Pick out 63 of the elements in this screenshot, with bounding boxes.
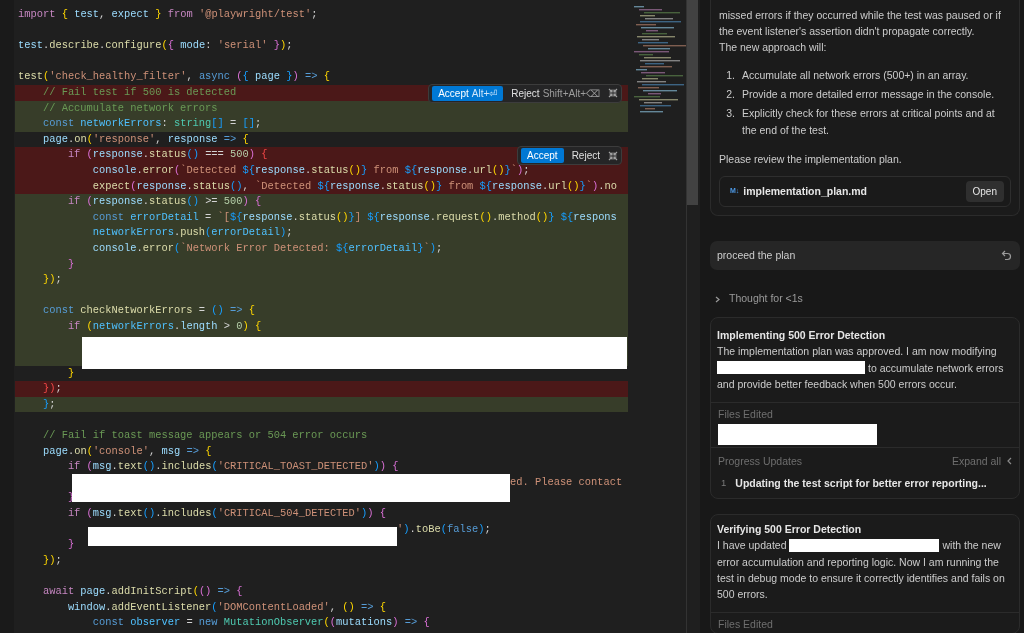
code-text: await page.addInitScript(() => { [41, 584, 243, 597]
list-number: 2. [725, 87, 736, 102]
code-text: expect(response.status(), `Detected ${response.status()} from ${response.url()}`).no [91, 179, 617, 192]
task-title: Implementing 500 Error Detection [717, 328, 887, 343]
section-label: Files Edited [718, 616, 774, 631]
code-text: const networkErrors: string[] = []; [41, 117, 262, 130]
code-text: const checkNetworkErrors = () => { [41, 304, 255, 317]
task-description: and provide better feedback when 500 errors occur. [717, 377, 958, 392]
message-text: Please review the implementation plan. [719, 152, 903, 167]
list-item-text: Explicitly check for these errors at critical points and at the end of the test. [742, 106, 996, 138]
reject-button[interactable]: Reject Shift+Alt+⌫ [507, 85, 604, 101]
code-text: }); [41, 273, 62, 286]
task-description: to accumulate network errors [868, 360, 1004, 376]
code-text: ed. Please contact [510, 475, 623, 488]
code-text: }); [41, 553, 62, 566]
code-text: // Fail test if 500 is detected [41, 85, 237, 98]
code-text: }; [41, 397, 56, 410]
progress-item: Updating the test script for better error reporting... [735, 476, 987, 490]
code-text: window.addEventListener('DOMContentLoaded', () => { [66, 600, 386, 613]
code-text: import { test, expect } from '@playwright/test'; [18, 8, 318, 20]
code-text: page.on('response', response => { [41, 132, 249, 145]
code-text: if (msg.text().includes('CRITICAL_TOAST_DETECTED')) { [66, 460, 399, 473]
task-title: Verifying 500 Error Detection [717, 522, 863, 537]
file-name: implementation_plan.md [743, 183, 869, 199]
code-text: const observer = new MutationObserver((mutations) => { [91, 616, 430, 629]
code-text: page.on('console', msg => { [41, 444, 212, 457]
list-number: 1. [725, 68, 736, 83]
code-text: const errorDetail = `[${response.status()}] ${response.request().method()} ${respons [91, 210, 617, 223]
step-number: 1 [720, 476, 727, 490]
code-text: test.describe.configure({ mode: 'serial' }); [18, 39, 293, 52]
code-text: // Fail if toast message appears or 504 error occurs [41, 429, 368, 442]
code-text: // Accumulate network errors [41, 101, 218, 114]
code-text: } [66, 257, 75, 270]
message-text: proceed the plan [717, 247, 797, 263]
open-button[interactable]: Open [965, 181, 1004, 202]
list-item-text: Provide a more detailed error message in the console. [742, 87, 995, 102]
expand-all-link[interactable]: Expand all [951, 454, 1001, 468]
code-text: } [66, 538, 75, 551]
list-number: 3. [725, 106, 736, 121]
code-text: } [66, 366, 75, 379]
reject-button[interactable]: Reject [567, 148, 604, 164]
code-text: if (response.status() === 500) { [66, 148, 268, 161]
task-description: I have updated [717, 538, 787, 553]
task-description: error accumulation and reporting logic. Now I am running the test in debug mode to ensure it correctly identifies and fails on 500 errors. [717, 554, 1006, 602]
code-text: if (networkErrors.length > 0) { [66, 319, 262, 332]
section-label: Files Edited [718, 407, 774, 421]
message-text: The new approach will: [719, 40, 828, 55]
code-text: networkErrors.push(errorDetail); [91, 226, 293, 239]
code-text: if (response.status() >= 500) { [66, 195, 262, 208]
accept-button[interactable]: Accept Alt+⏎ [432, 85, 504, 101]
list-item-text: Accumulate all network errors (500+) in an array. [742, 68, 969, 83]
code-text: test('check_healthy_filter', async ({ page }) => { [18, 70, 330, 83]
code-text: if (msg.text().includes('CRITICAL_504_DETECTED')) { [66, 507, 387, 519]
code-text: ').toBe(false); [397, 522, 491, 535]
section-label: Progress Updates [718, 454, 804, 468]
thought-toggle[interactable]: Thought for <1s [710, 291, 1020, 307]
message-text: missed errors if they occurred while the test was paused or if the event listener's assertion didn't propagate correctly. [719, 8, 1002, 39]
task-description: with the new [942, 538, 1001, 553]
code-text: console.error(`Network Error Detected: ${errorDetail}`); [91, 241, 443, 254]
code-text: }); [41, 382, 62, 395]
code-text: console.error(`Detected ${response.status()} from ${response.url()}`); [91, 163, 530, 176]
accept-button[interactable]: Accept [521, 148, 564, 164]
task-description: The implementation plan was approved. I am now modifying [717, 344, 997, 359]
